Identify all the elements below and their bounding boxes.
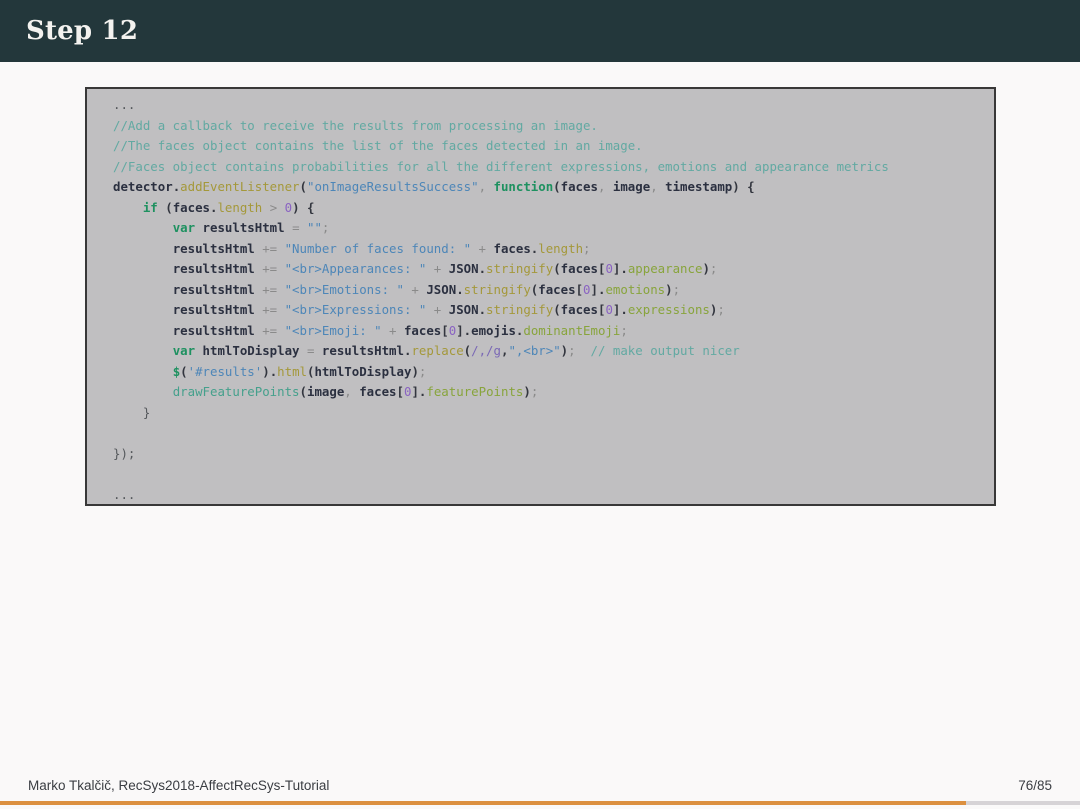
code-block: ...//Add a callback to receive the resul… bbox=[85, 87, 996, 506]
slide-footer: Marko Tkalčič, RecSys2018-AffectRecSys-T… bbox=[0, 775, 1080, 795]
presentation-slide: Step 12 ...//Add a callback to receive t… bbox=[0, 0, 1080, 809]
slide-title: Step 12 bbox=[26, 16, 139, 46]
footer-author: Marko Tkalčič, RecSys2018-AffectRecSys-T… bbox=[28, 777, 330, 793]
footer-page-number: 76/85 bbox=[1018, 777, 1052, 793]
code-lines: ...//Add a callback to receive the resul… bbox=[113, 97, 889, 502]
progress-fill bbox=[0, 801, 966, 805]
slide-progress-track bbox=[0, 801, 1080, 805]
slide-header: Step 12 bbox=[0, 0, 1080, 62]
